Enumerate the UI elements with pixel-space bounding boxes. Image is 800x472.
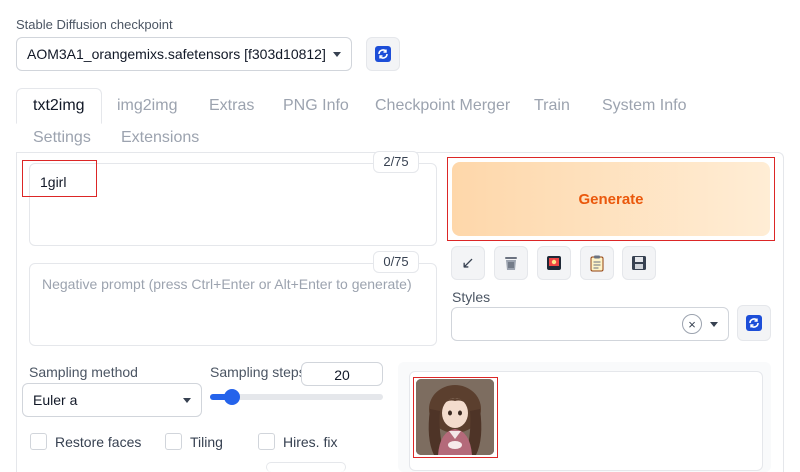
- picture-card-icon: [547, 256, 561, 270]
- prompt-token-counter: 2/75: [373, 151, 419, 173]
- tab-txt2img[interactable]: txt2img: [16, 88, 102, 124]
- negative-prompt-placeholder: Negative prompt (press Ctrl+Enter or Alt…: [42, 276, 412, 292]
- prompt-text: 1girl: [40, 174, 67, 190]
- checkpoint-select[interactable]: AOM3A1_orangemixs.safetensors [f303d1081…: [16, 37, 352, 71]
- thumbnail-highlight: [413, 377, 498, 458]
- tab-train[interactable]: Train: [534, 89, 570, 123]
- styles-select[interactable]: ×: [451, 307, 729, 341]
- negative-token-counter: 0/75: [373, 251, 419, 273]
- sampling-method-label: Sampling method: [29, 364, 138, 380]
- tiling-label: Tiling: [190, 433, 223, 450]
- chevron-down-icon: [710, 321, 718, 327]
- tab-extras[interactable]: Extras: [209, 89, 254, 123]
- restore-faces-checkbox[interactable]: [30, 433, 47, 450]
- checkpoint-value: AOM3A1_orangemixs.safetensors [f303d1081…: [27, 46, 326, 62]
- apply-styles-button[interactable]: [580, 246, 614, 280]
- tab-checkpoint-merger[interactable]: Checkpoint Merger: [375, 89, 510, 123]
- checkpoint-refresh-button[interactable]: [366, 37, 400, 71]
- chevron-down-icon: [333, 51, 341, 57]
- sampling-steps-slider-track[interactable]: [210, 389, 383, 405]
- tab-extensions[interactable]: Extensions: [121, 121, 199, 155]
- styles-refresh-button[interactable]: [737, 305, 771, 341]
- chevron-down-icon: [183, 397, 191, 403]
- clipboard-icon: [590, 255, 604, 272]
- tab-system-info[interactable]: System Info: [602, 89, 686, 123]
- hires-settings-box: [266, 462, 346, 472]
- generate-highlight: [447, 157, 775, 241]
- tab-settings[interactable]: Settings: [33, 121, 91, 155]
- tab-img2img[interactable]: img2img: [117, 89, 177, 123]
- save-icon: [632, 256, 646, 270]
- negative-prompt-textarea[interactable]: Negative prompt (press Ctrl+Enter or Alt…: [29, 263, 437, 346]
- checkpoint-label: Stable Diffusion checkpoint: [16, 17, 173, 32]
- hires-fix-checkbox[interactable]: [258, 433, 275, 450]
- styles-label: Styles: [452, 289, 491, 305]
- hires-fix-option[interactable]: Hires. fix: [258, 433, 337, 450]
- tab-png-info[interactable]: PNG Info: [283, 89, 349, 123]
- show-extra-networks-button[interactable]: [537, 246, 571, 280]
- sampling-steps-input[interactable]: 20: [301, 362, 383, 386]
- hires-fix-label: Hires. fix: [283, 433, 338, 450]
- sampling-method-select[interactable]: Euler a: [22, 383, 202, 417]
- restore-faces-label: Restore faces: [55, 433, 142, 450]
- arrow-down-left-icon: ↙: [461, 255, 475, 272]
- refresh-icon: [746, 315, 762, 331]
- sampling-method-value: Euler a: [33, 392, 78, 408]
- restore-faces-option[interactable]: Restore faces: [30, 433, 141, 450]
- sampling-steps-label: Sampling steps: [210, 364, 306, 380]
- refresh-icon: [375, 46, 391, 62]
- tiling-option[interactable]: Tiling: [165, 433, 223, 450]
- trash-icon: [505, 257, 517, 270]
- clear-styles-icon[interactable]: ×: [682, 314, 702, 334]
- read-params-button[interactable]: ↙: [451, 246, 485, 280]
- tiling-checkbox[interactable]: [165, 433, 182, 450]
- clear-prompt-button[interactable]: [494, 246, 528, 280]
- save-style-button[interactable]: [622, 246, 656, 280]
